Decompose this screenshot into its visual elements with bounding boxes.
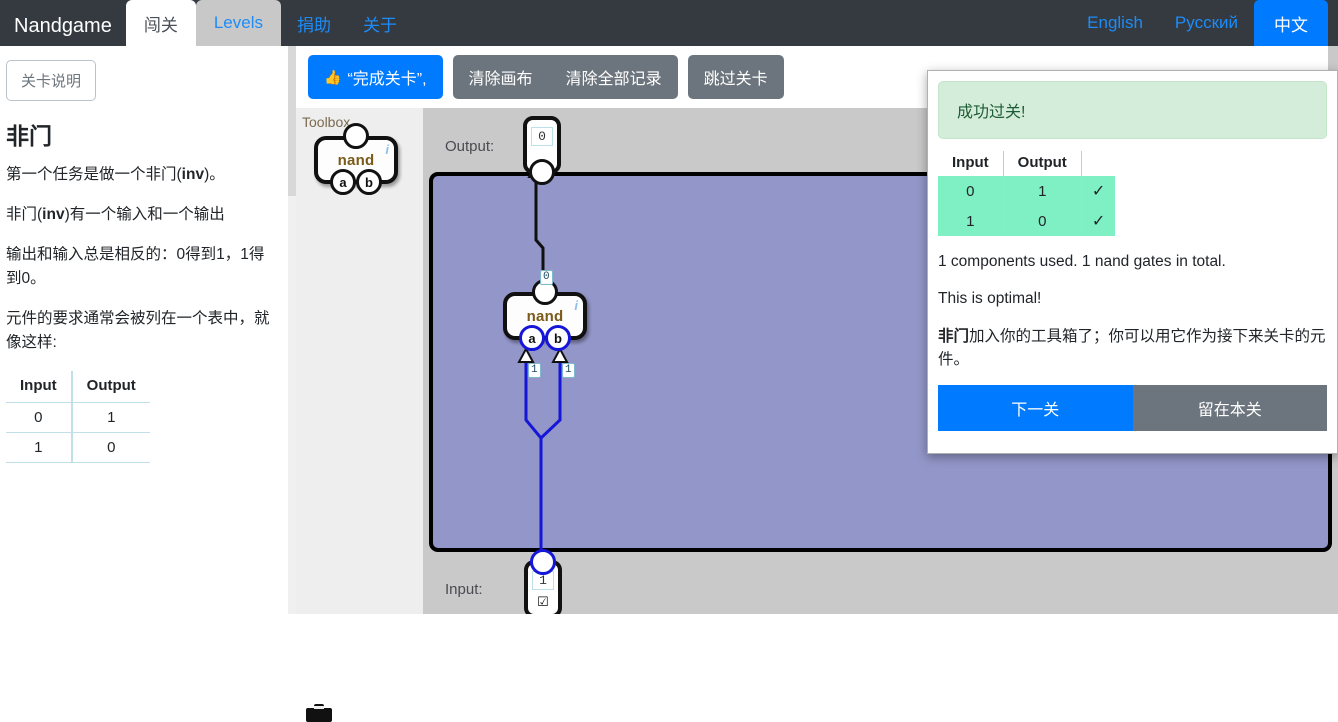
output-terminal[interactable]: 0 (523, 116, 561, 174)
stay-on-level-button[interactable]: 留在本关 (1133, 385, 1328, 431)
tab-play[interactable]: 闯关 (126, 0, 196, 46)
gate-input-pin-a[interactable]: a (519, 325, 545, 351)
gate-label: nand (527, 308, 564, 325)
unlock-component-name: 非门 (938, 328, 969, 345)
tab-levels[interactable]: Levels (196, 0, 281, 46)
table-row: 0 1 ✓ (938, 176, 1115, 206)
check-icon: ✓ (1081, 206, 1115, 236)
complete-level-label: “完成关卡”, (347, 65, 426, 89)
canvas-nand-gate[interactable]: nand i a b (503, 292, 587, 340)
unlock-text: 非门加入你的工具箱了；你可以用它作为接下来关卡的元件。 (938, 325, 1327, 372)
signal-label-gate-output: 0 (540, 270, 553, 285)
column-header-input: Input (6, 371, 72, 403)
clear-canvas-button[interactable]: 清除画布 (453, 55, 549, 99)
sidebar-scrollbar-thumb[interactable] (288, 46, 296, 196)
cell-output: 1 (72, 403, 150, 433)
toolbox-panel: Toolbox nand i a b (296, 108, 423, 614)
unlock-text-rest: 加入你的工具箱了；你可以用它作为接下来关卡的元件。 (938, 328, 1326, 368)
info-icon[interactable]: i (574, 298, 578, 313)
briefcase-icon[interactable] (306, 704, 332, 722)
sidebar-paragraph-3: 输出和输入总是相反的：0得到1，1得到0。 (6, 243, 278, 291)
table-row: 1 0 (6, 433, 150, 463)
sidebar-paragraph-1: 第一个任务是做一个非门(inv)。 (6, 163, 278, 187)
cell-output: 1 (1003, 176, 1081, 206)
lang-chinese[interactable]: 中文 (1254, 0, 1328, 46)
nav-link-about[interactable]: 关于 (347, 0, 413, 46)
app-brand: Nandgame (0, 16, 126, 46)
column-header-output: Output (72, 371, 150, 403)
spec-truth-table: Input Output 0 1 1 0 (6, 371, 150, 463)
gate-input-pin-b[interactable]: b (356, 169, 382, 195)
table-row: 0 1 (6, 403, 150, 433)
page-title: 非门 (6, 117, 278, 151)
optimal-text: This is optimal! (938, 287, 1327, 310)
gate-label: nand (338, 152, 375, 169)
cell-input: 0 (938, 176, 1003, 206)
thumbs-up-icon: 👍 (324, 70, 341, 84)
output-terminal-node[interactable] (529, 159, 555, 185)
table-header-row: Input Output (6, 371, 150, 403)
clear-button-group: 清除画布 清除全部记录 (453, 55, 678, 99)
table-row: 1 0 ✓ (938, 206, 1115, 236)
cell-input: 1 (6, 433, 72, 463)
gate-input-pin-a[interactable]: a (330, 169, 356, 195)
dialog-actions: 下一关 留在本关 (938, 385, 1327, 431)
gate-output-pin[interactable] (343, 123, 369, 149)
complete-level-button[interactable]: 👍 “完成关卡”, (308, 55, 443, 99)
signal-label-input-a: 1 (528, 363, 541, 378)
navbar: Nandgame 闯关 Levels 捐助 关于 English Русский… (0, 0, 1338, 46)
next-level-button[interactable]: 下一关 (938, 385, 1133, 431)
cell-input: 0 (6, 403, 72, 433)
sidebar-scrollbar[interactable] (288, 46, 296, 614)
components-used-text: 1 components used. 1 nand gates in total… (938, 250, 1327, 273)
level-spec-button[interactable]: 关卡说明 (6, 60, 96, 101)
sidebar-paragraph-2: 非门(inv)有一个输入和一个输出 (6, 203, 278, 227)
cell-input: 1 (938, 206, 1003, 236)
gate-input-pin-b[interactable]: b (545, 325, 571, 351)
check-icon: ✓ (1081, 176, 1115, 206)
cell-output: 0 (72, 433, 150, 463)
input-terminal-node[interactable] (530, 549, 556, 575)
gate-body[interactable]: nand i a b (314, 136, 398, 184)
sidebar: 关卡说明 非门 第一个任务是做一个非门(inv)。 非门(inv)有一个输入和一… (0, 46, 288, 614)
input-terminal[interactable]: 1 ☑ (524, 560, 562, 614)
info-icon[interactable]: i (385, 142, 389, 157)
clear-all-records-button[interactable]: 清除全部记录 (550, 55, 678, 99)
result-truth-table: Input Output 0 1 ✓ 1 0 ✓ (938, 151, 1115, 236)
input-terminal-checkbox[interactable]: ☑ (528, 594, 558, 610)
skip-level-button[interactable]: 跳过关卡 (688, 55, 784, 99)
level-complete-dialog: 成功过关! Input Output 0 1 ✓ 1 0 ✓ 1 compone… (927, 70, 1338, 454)
column-header-status (1081, 151, 1115, 176)
sidebar-paragraph-4: 元件的要求通常会被列在一个表中，就像这样: (6, 307, 278, 355)
toolbox-nand-gate[interactable]: nand i a b (314, 136, 398, 184)
table-header-row: Input Output (938, 151, 1115, 176)
output-terminal-value: 0 (531, 127, 553, 146)
column-header-output: Output (1003, 151, 1081, 176)
nav-tabs: 闯关 Levels (126, 0, 281, 46)
signal-label-input-b: 1 (562, 363, 575, 378)
cell-output: 0 (1003, 206, 1081, 236)
lang-english[interactable]: English (1071, 0, 1159, 46)
nav-link-donate[interactable]: 捐助 (281, 0, 347, 46)
success-alert: 成功过关! (938, 81, 1327, 139)
lang-russian[interactable]: Русский (1159, 0, 1254, 46)
column-header-input: Input (938, 151, 1003, 176)
language-switcher: English Русский 中文 (1071, 0, 1338, 46)
